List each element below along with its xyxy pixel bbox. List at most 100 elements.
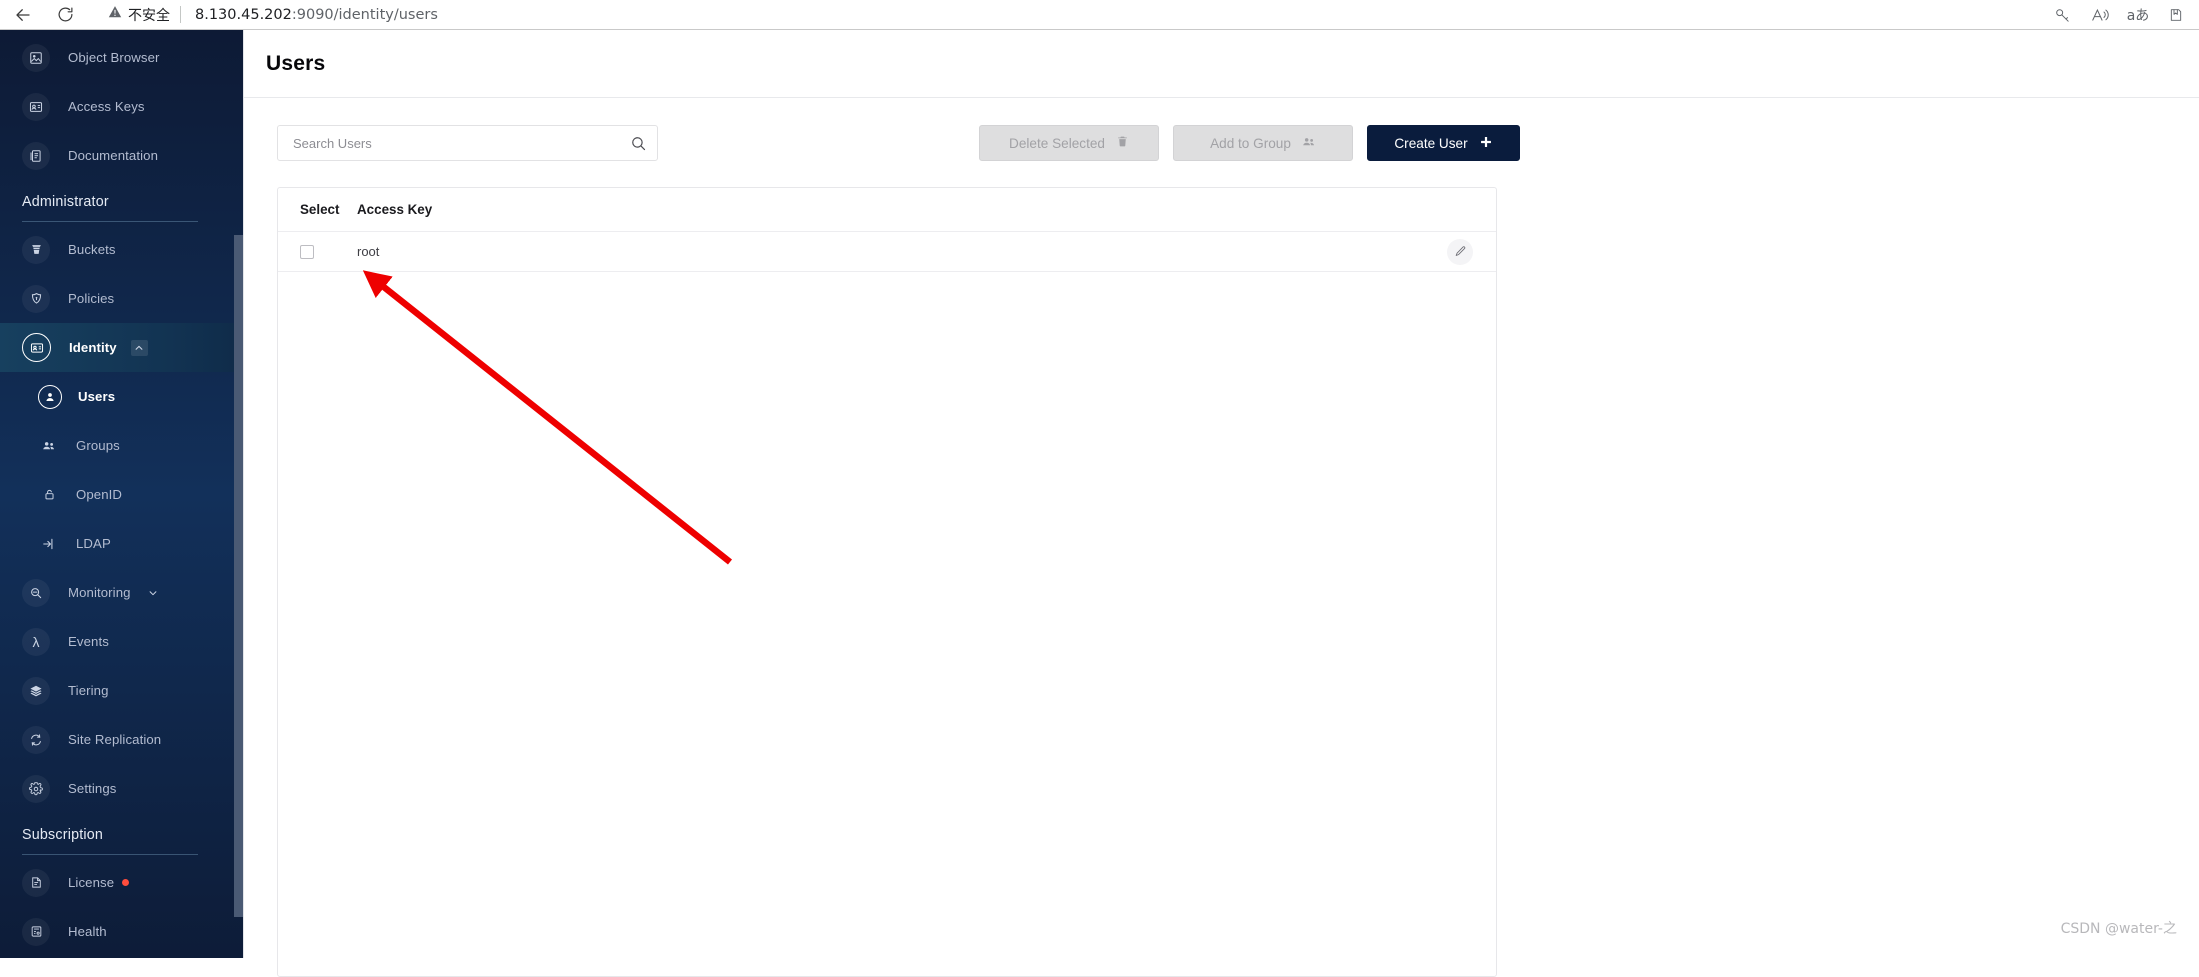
- security-label: 不安全: [128, 5, 170, 25]
- translate-glyph: aあ: [2127, 5, 2150, 25]
- sidebar-item-documentation[interactable]: Documentation: [0, 131, 243, 180]
- pencil-icon[interactable]: [1447, 239, 1473, 265]
- sidebar-item-users[interactable]: Users: [0, 372, 243, 421]
- sidebar-item-label: Access Keys: [68, 99, 145, 114]
- sidebar-item-monitoring[interactable]: Monitoring: [0, 568, 243, 617]
- watermark: CSDN @water-之: [2061, 918, 2177, 938]
- policies-icon: [22, 285, 50, 313]
- column-header-access-key: Access Key: [357, 202, 432, 217]
- collections-icon[interactable]: [2159, 1, 2193, 29]
- health-icon: [22, 918, 50, 946]
- access-keys-icon: [22, 93, 50, 121]
- sidebar-item-label: Monitoring: [68, 585, 131, 600]
- object-browser-icon: [22, 44, 50, 72]
- sidebar-item-label: License: [68, 875, 114, 890]
- row-checkbox[interactable]: [300, 245, 314, 259]
- group-add-icon: [1302, 135, 1316, 152]
- row-select-cell: [300, 245, 340, 259]
- sidebar-item-label: Tiering: [68, 683, 109, 698]
- warning-triangle-icon: [108, 5, 122, 24]
- section-title: Subscription: [22, 827, 221, 843]
- sidebar-item-policies[interactable]: Policies: [0, 274, 243, 323]
- create-user-button[interactable]: Create User: [1367, 125, 1520, 161]
- add-to-group-label: Add to Group: [1210, 136, 1291, 151]
- sidebar-item-openid[interactable]: OpenID: [0, 470, 243, 519]
- search-icon[interactable]: [619, 125, 657, 161]
- lambda-icon: λ: [22, 628, 50, 656]
- sidebar-scrollbar[interactable]: [234, 30, 243, 958]
- chevron-down-icon[interactable]: [145, 585, 162, 601]
- sidebar-item-access-keys[interactable]: Access Keys: [0, 82, 243, 131]
- content-area: Delete Selected Add to Group: [244, 98, 2199, 958]
- search-users-box[interactable]: [277, 125, 658, 161]
- identity-icon: [22, 333, 51, 362]
- browser-back-button[interactable]: [6, 0, 40, 30]
- url-path: :9090/identity/users: [292, 7, 438, 23]
- sidebar-subscription-group: License Health: [0, 855, 243, 956]
- browser-reload-button[interactable]: [48, 0, 82, 30]
- delete-selected-label: Delete Selected: [1009, 136, 1105, 151]
- sidebar-item-groups[interactable]: Groups: [0, 421, 243, 470]
- replication-icon: [22, 726, 50, 754]
- groups-icon: [38, 435, 60, 457]
- sidebar-item-object-browser[interactable]: Object Browser: [0, 33, 243, 82]
- page-title: Users: [266, 52, 325, 76]
- search-input[interactable]: [278, 136, 619, 151]
- password-key-icon[interactable]: [2045, 1, 2079, 29]
- sidebar-item-label: Groups: [76, 438, 120, 453]
- url-text[interactable]: 8.130.45.202:9090/identity/users: [181, 7, 438, 23]
- sidebar: Object Browser Access Keys Documentation: [0, 30, 243, 958]
- users-table-card: Select Access Key root: [277, 187, 1497, 977]
- add-to-group-button[interactable]: Add to Group: [1173, 125, 1353, 161]
- table-header-row: Select Access Key: [278, 188, 1496, 232]
- sidebar-item-license[interactable]: License: [0, 858, 243, 907]
- bucket-icon: [22, 236, 50, 264]
- url-host: 8.130.45.202: [195, 7, 292, 23]
- sidebar-item-buckets[interactable]: Buckets: [0, 225, 243, 274]
- app-root: Object Browser Access Keys Documentation: [0, 30, 2199, 958]
- license-icon: [22, 869, 50, 897]
- sidebar-item-label: Policies: [68, 291, 114, 306]
- page-header: Users: [244, 30, 2199, 98]
- site-security-chip[interactable]: 不安全: [100, 5, 180, 25]
- translate-icon[interactable]: aあ: [2121, 1, 2155, 29]
- create-user-label: Create User: [1394, 136, 1467, 151]
- sidebar-item-ldap[interactable]: LDAP: [0, 519, 243, 568]
- sidebar-item-label: Health: [68, 924, 107, 939]
- read-aloud-icon[interactable]: [2083, 1, 2117, 29]
- sidebar-item-tiering[interactable]: Tiering: [0, 666, 243, 715]
- sidebar-item-label: Events: [68, 634, 109, 649]
- browser-toolbar: 不安全 8.130.45.202:9090/identity/users aあ: [0, 0, 2199, 30]
- sidebar-item-label: Object Browser: [68, 50, 160, 65]
- address-bar[interactable]: 不安全 8.130.45.202:9090/identity/users: [100, 3, 438, 27]
- sidebar-item-label: OpenID: [76, 487, 122, 502]
- sidebar-item-label: Documentation: [68, 148, 158, 163]
- main-content: Users Delete Selected: [243, 30, 2199, 958]
- section-title: Administrator: [22, 194, 221, 210]
- column-header-select: Select: [300, 202, 340, 217]
- license-alert-badge: [122, 879, 129, 886]
- browser-action-group: aあ: [2045, 0, 2193, 30]
- sidebar-item-events[interactable]: λ Events: [0, 617, 243, 666]
- sidebar-item-label: Users: [78, 389, 115, 404]
- documentation-icon: [22, 142, 50, 170]
- sidebar-item-health[interactable]: Health: [0, 907, 243, 956]
- layers-icon: [22, 677, 50, 705]
- sidebar-item-site-replication[interactable]: Site Replication: [0, 715, 243, 764]
- sidebar-item-label: Site Replication: [68, 732, 161, 747]
- sidebar-item-settings[interactable]: Settings: [0, 764, 243, 813]
- table-row[interactable]: root: [278, 232, 1496, 272]
- sidebar-admin-group: Buckets Policies Identity: [0, 222, 243, 813]
- sidebar-section-subscription: Subscription: [0, 813, 243, 855]
- sidebar-section-administrator: Administrator: [0, 180, 243, 222]
- sidebar-item-identity[interactable]: Identity: [0, 323, 243, 372]
- sidebar-item-label: LDAP: [76, 536, 111, 551]
- monitoring-icon: [22, 579, 50, 607]
- sidebar-top-group: Object Browser Access Keys Documentation: [0, 30, 243, 180]
- sidebar-scrollbar-thumb[interactable]: [234, 235, 243, 917]
- user-icon: [38, 385, 62, 409]
- delete-selected-button[interactable]: Delete Selected: [979, 125, 1159, 161]
- chevron-up-icon[interactable]: [131, 340, 148, 356]
- arrow-left-icon: [14, 6, 32, 24]
- reload-icon: [57, 6, 74, 23]
